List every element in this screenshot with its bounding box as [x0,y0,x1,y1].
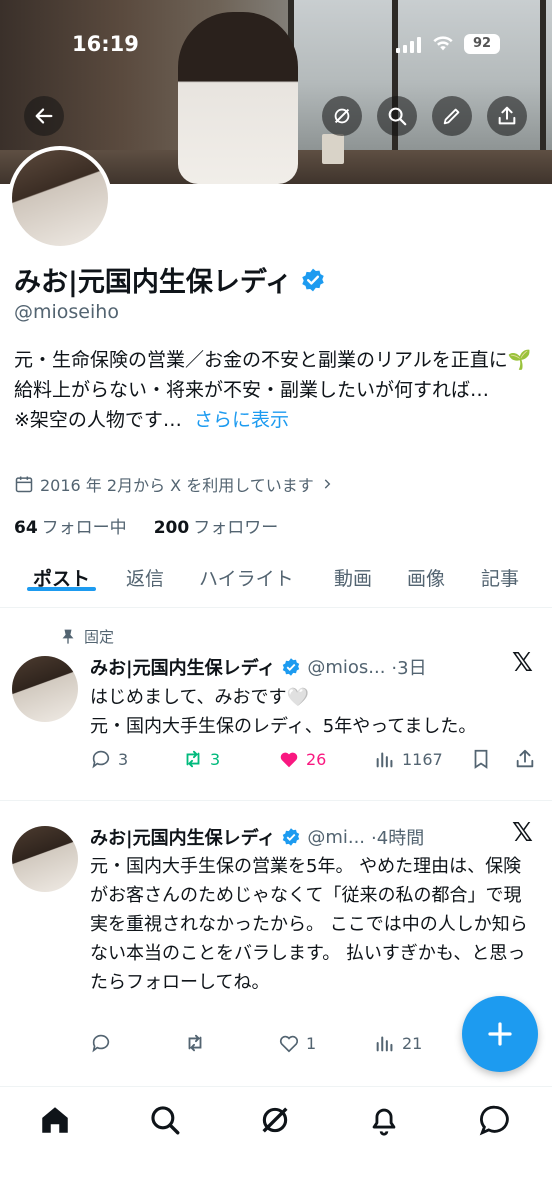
views-icon [376,1036,393,1052]
post-time: ·3日 [391,658,427,679]
home-icon[interactable] [38,1103,72,1137]
bookmark-icon [474,749,488,769]
chevron-right-icon [324,479,331,489]
profile-handle: @mioseiho [14,301,119,323]
post-author-name[interactable]: みお|元国内生保レディ [90,654,275,680]
verified-badge-icon [283,658,300,676]
profile-name-row: みお|元国内生保レディ [14,260,326,299]
share-post-button[interactable] [514,748,536,770]
tab-videos[interactable]: 動画 [334,556,372,591]
like-button[interactable]: 26 [278,748,326,770]
grok-nav-icon[interactable] [258,1103,292,1137]
verified-badge-icon [283,828,300,846]
following-label: フォロー中 [41,518,127,538]
bio-line: 給料上がらない・将来が不安・副業したいが何すれば… [14,379,490,401]
views-button[interactable]: 1167 [374,748,443,770]
post-divider [0,800,552,801]
edit-button[interactable] [432,96,472,136]
pin-icon [62,629,74,644]
like-count: 1 [306,1033,317,1053]
followers-label: フォロワー [193,518,279,538]
bio-line: 元・生命保険の営業／お金の不安と副業のリアルを正直に🌱 [14,349,532,371]
back-button[interactable] [24,96,64,136]
reply-button[interactable]: 3 [90,748,128,770]
reply-icon [92,750,110,769]
post-avatar[interactable] [12,826,78,892]
repost-button[interactable]: 3 [182,748,220,770]
back-arrow-icon [35,108,53,124]
messages-icon[interactable] [478,1103,512,1137]
like-button[interactable]: 1 [278,1032,316,1054]
wifi-icon [433,36,453,51]
post-avatar[interactable] [12,656,78,722]
share-icon [498,106,516,125]
tab-posts[interactable]: ポスト [26,556,97,591]
reply-icon [92,1034,110,1053]
pinned-indicator: 固定 [60,626,114,647]
tab-articles[interactable]: 記事 [481,556,519,591]
edit-icon [443,108,460,125]
post-header: みお|元国内生保レディ @mios... ·3日 [90,654,427,680]
tab-highlights[interactable]: ハイライト [199,556,294,591]
profile-tabs: ポスト 返信 ハイライト 動画 画像 記事 [0,556,552,608]
show-more-link[interactable]: さらに表示 [194,409,289,431]
post-author-name[interactable]: みお|元国内生保レディ [90,824,275,850]
verified-badge-icon[interactable] [300,267,326,293]
post-handle: @mios... [307,656,386,678]
followers-link[interactable]: 200 フォロワー [154,518,279,538]
grok-icon [334,108,350,124]
x-logo-icon[interactable]: 𝕏 [512,818,533,848]
tab-replies[interactable]: 返信 [126,556,164,591]
bio-line: ※架空の人物です… [14,409,182,431]
battery-indicator: 92 [464,34,500,54]
search-button[interactable] [377,96,417,136]
like-icon [280,752,298,768]
grok-button[interactable] [322,96,362,136]
pinned-label: 固定 [84,628,115,646]
like-icon [279,1035,299,1053]
profile-name: みお|元国内生保レディ [14,267,292,298]
repost-icon [188,1034,202,1052]
post-text: はじめまして、みおです🤍 元・国内大手生保のレディ、5年やってました。 [90,687,477,737]
status-time: 16:19 [72,32,139,56]
calendar-icon [15,476,33,493]
like-count: 26 [306,749,327,769]
joined-text: 2016 年 2月から X を利用しています [40,476,314,495]
post-time: ·4時間 [371,828,425,849]
search-icon [388,107,407,126]
compose-button[interactable] [462,996,538,1072]
views-count: 21 [402,1033,423,1053]
cellular-signal-icon [396,37,421,53]
bookmark-button[interactable] [470,748,492,770]
notifications-icon[interactable] [367,1103,401,1137]
follow-stats: 64 フォロー中 200 フォロワー [14,513,278,538]
views-button[interactable]: 21 [374,1032,422,1054]
banner-cup [322,134,344,164]
post-handle: @mi... [307,826,366,848]
joined-date[interactable]: 2016 年 2月から X を利用しています [14,472,334,496]
repost-icon [186,750,200,768]
profile-avatar[interactable] [8,146,112,250]
x-logo-icon[interactable]: 𝕏 [512,648,533,678]
post-text: 元・国内大手生保の営業を5年。 やめた理由は、保険がお客さんのためじゃなくて「従… [90,856,528,993]
post-actions: 3 3 26 1167 [90,748,542,776]
following-count: 64 [14,518,38,538]
repost-button[interactable] [184,1032,212,1054]
share-icon [516,749,534,768]
views-icon [376,752,393,768]
followers-count: 200 [153,518,190,538]
reply-button[interactable] [90,1032,118,1054]
post-header: みお|元国内生保レディ @mi... ·4時間 [90,824,424,850]
repost-count: 3 [210,749,221,769]
tab-images[interactable]: 画像 [407,556,445,591]
following-link[interactable]: 64 フォロー中 [14,518,127,538]
reply-count: 3 [118,749,129,769]
status-bar: 16:19 92 [0,0,552,92]
bottom-navigation [0,1086,552,1200]
compose-icon [488,1022,512,1046]
share-button[interactable] [487,96,527,136]
views-count: 1167 [402,749,443,769]
profile-bio: 元・生命保険の営業／お金の不安と副業のリアルを正直に🌱 給料上がらない・将来が不… [14,345,540,435]
explore-icon[interactable] [148,1103,182,1137]
